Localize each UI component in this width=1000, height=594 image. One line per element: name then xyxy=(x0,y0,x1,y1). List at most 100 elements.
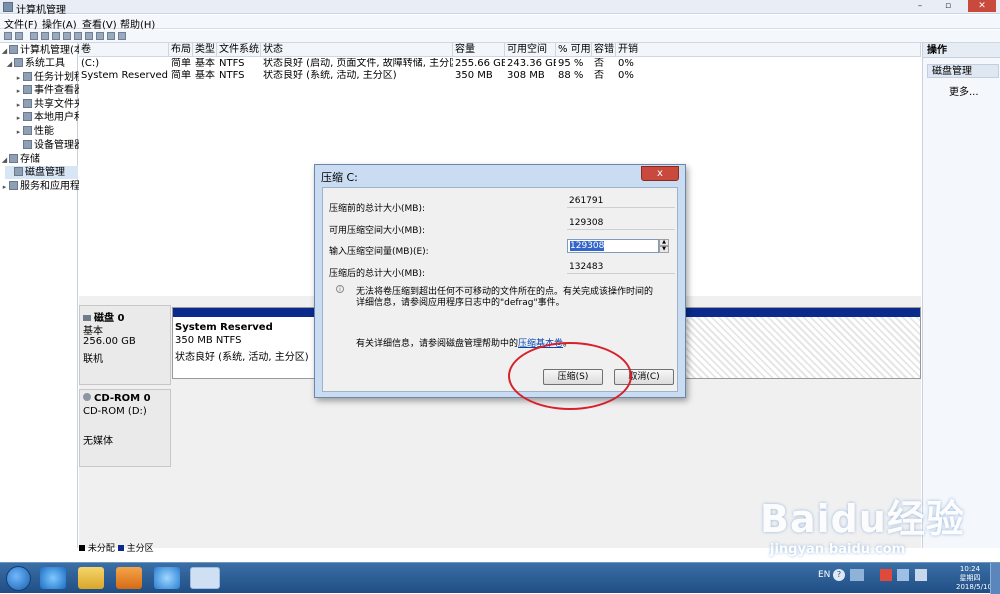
menu-help[interactable]: 帮助(H) xyxy=(120,16,155,31)
refresh-icon[interactable] xyxy=(74,32,82,40)
menu-view[interactable]: 查看(V) xyxy=(82,16,117,31)
disk0-label[interactable]: 磁盘 0 基本 256.00 GB 联机 xyxy=(79,305,171,385)
start-button[interactable] xyxy=(6,566,31,591)
forward-icon[interactable] xyxy=(15,32,23,40)
tree-item-device-manager[interactable]: 设备管理器 xyxy=(14,139,84,152)
computer-management-task-icon[interactable] xyxy=(190,567,220,589)
flag-icon[interactable] xyxy=(880,569,892,581)
tree-item-performance[interactable]: ▸ 性能 xyxy=(14,125,54,138)
clock-date: 2018/5/10 xyxy=(956,583,992,591)
label-enter-amount: 输入压缩空间量(MB)(E): xyxy=(329,247,429,257)
close-button[interactable]: ✕ xyxy=(968,0,996,12)
column-percent-free[interactable]: % 可用 xyxy=(556,43,592,57)
cell-volume[interactable]: (C:) xyxy=(79,58,169,70)
value-total-before: 261791 xyxy=(567,194,675,208)
tree-item-system-tools[interactable]: ◢ 系统工具 xyxy=(5,57,65,70)
back-icon[interactable] xyxy=(4,32,12,40)
collapse-icon[interactable]: ◢ xyxy=(5,58,14,71)
list-icon[interactable] xyxy=(118,32,126,40)
actions-more[interactable]: 更多... xyxy=(949,83,979,98)
help-icon[interactable] xyxy=(63,32,71,40)
tree-item-storage[interactable]: ◢ 存储 xyxy=(0,153,40,166)
value-available: 129308 xyxy=(567,216,675,230)
media-player-icon[interactable] xyxy=(116,567,142,589)
network-icon[interactable] xyxy=(897,569,909,581)
cell-percent-free: 88 % xyxy=(558,70,584,81)
clock-time: 10:24 xyxy=(959,565,981,573)
spin-up-icon[interactable]: ▲ xyxy=(659,239,669,246)
partition-c[interactable] xyxy=(681,307,921,379)
properties-icon[interactable] xyxy=(52,32,60,40)
performance-icon xyxy=(23,126,32,135)
tree-item-local-users[interactable]: ▸ 本地用户和 xyxy=(14,111,84,124)
menu-file[interactable]: 文件(F) xyxy=(4,16,38,31)
cell-overhead: 0% xyxy=(618,58,634,69)
cell-layout: 简单 xyxy=(171,58,191,69)
export-icon[interactable] xyxy=(85,32,93,40)
disk0-size: 256.00 GB xyxy=(83,336,136,347)
expand-icon[interactable]: ▸ xyxy=(14,126,23,139)
disk0-type: 基本 xyxy=(83,326,103,337)
partition-size: 350 MB NTFS xyxy=(175,335,242,346)
tree-item-services-apps[interactable]: ▸ 服务和应用程 xyxy=(0,180,80,193)
column-filesystem[interactable]: 文件系统 xyxy=(217,43,261,57)
settings-icon[interactable] xyxy=(96,32,104,40)
annotation-circle xyxy=(508,342,632,410)
cell-overhead: 0% xyxy=(618,70,634,81)
expand-icon[interactable]: ▸ xyxy=(14,112,23,125)
tree-item-shared-folders[interactable]: ▸ 共享文件夹 xyxy=(14,98,84,111)
value-total-after: 132483 xyxy=(567,260,675,274)
storage-icon xyxy=(9,154,18,163)
cell-capacity: 350 MB xyxy=(455,70,493,81)
tree-item-disk-management[interactable]: 磁盘管理 xyxy=(5,166,78,179)
tree-item-task-scheduler[interactable]: ▸ 任务计划程 xyxy=(14,71,84,84)
cdrom0-name: CD-ROM 0 xyxy=(94,393,151,404)
column-layout[interactable]: 布局 xyxy=(169,43,193,57)
column-type[interactable]: 类型 xyxy=(193,43,217,57)
cell-type: 基本 xyxy=(195,70,215,81)
cdrom0-label[interactable]: CD-ROM 0 CD-ROM (D:) 无媒体 xyxy=(79,389,171,467)
view-icon[interactable] xyxy=(107,32,115,40)
clock[interactable]: 10:24 星期四 2018/5/10 xyxy=(956,565,992,591)
disk-icon xyxy=(14,167,23,176)
partition-system-reserved[interactable]: System Reserved 350 MB NTFS 状态良好 (系统, 活动… xyxy=(172,307,315,379)
label-available: 可用压缩空间大小(MB): xyxy=(329,226,425,236)
cell-percent-free: 95 % xyxy=(558,58,584,69)
label-total-before: 压缩前的总计大小(MB): xyxy=(329,204,425,214)
expand-icon[interactable]: ▸ xyxy=(14,85,23,98)
column-overhead[interactable]: 开销 xyxy=(616,43,921,57)
watermark-url: jingyan.baidu.com xyxy=(770,542,906,557)
column-fault-tolerance[interactable]: 容错 xyxy=(592,43,616,57)
tools-icon xyxy=(14,58,23,67)
app-icon[interactable] xyxy=(154,567,180,589)
language-indicator[interactable]: EN xyxy=(818,570,830,580)
minimize-button[interactable]: – xyxy=(912,0,928,12)
show-tree-icon[interactable] xyxy=(41,32,49,40)
column-free-space[interactable]: 可用空间 xyxy=(505,43,556,57)
menu-action[interactable]: 操作(A) xyxy=(42,16,77,31)
dialog-close-button[interactable]: x xyxy=(641,166,679,181)
ie-icon[interactable] xyxy=(40,567,66,589)
column-status[interactable]: 状态 xyxy=(261,43,453,57)
up-icon[interactable] xyxy=(30,32,38,40)
shrink-dialog: 压缩 C: x 压缩前的总计大小(MB): 261791 可用压缩空间大小(MB… xyxy=(314,164,686,398)
event-icon xyxy=(23,85,32,94)
legend-primary: 主分区 xyxy=(126,544,154,554)
maximize-button[interactable]: ▫ xyxy=(940,0,956,12)
shrink-amount-input[interactable]: 129308 xyxy=(567,239,659,253)
cell-volume[interactable]: System Reserved xyxy=(79,70,169,82)
keyboard-icon[interactable] xyxy=(850,569,864,581)
column-volume[interactable]: 卷 xyxy=(79,43,169,57)
explorer-icon[interactable] xyxy=(78,567,104,589)
volume-icon[interactable] xyxy=(915,569,927,581)
expand-icon[interactable]: ▸ xyxy=(0,181,9,194)
help-tray-icon[interactable]: ? xyxy=(833,569,845,581)
partition-status: 状态良好 (系统, 活动, 主分区) xyxy=(175,352,309,363)
show-desktop-button[interactable] xyxy=(990,563,1000,594)
tree-item-event-viewer[interactable]: ▸ 事件查看器 xyxy=(14,84,84,97)
cell-free-space: 243.36 GB xyxy=(507,58,556,69)
cdrom0-status: 无媒体 xyxy=(83,436,113,447)
spin-down-icon[interactable]: ▼ xyxy=(659,246,669,253)
actions-disk-management[interactable]: 磁盘管理 xyxy=(927,64,999,78)
column-capacity[interactable]: 容量 xyxy=(453,43,505,57)
